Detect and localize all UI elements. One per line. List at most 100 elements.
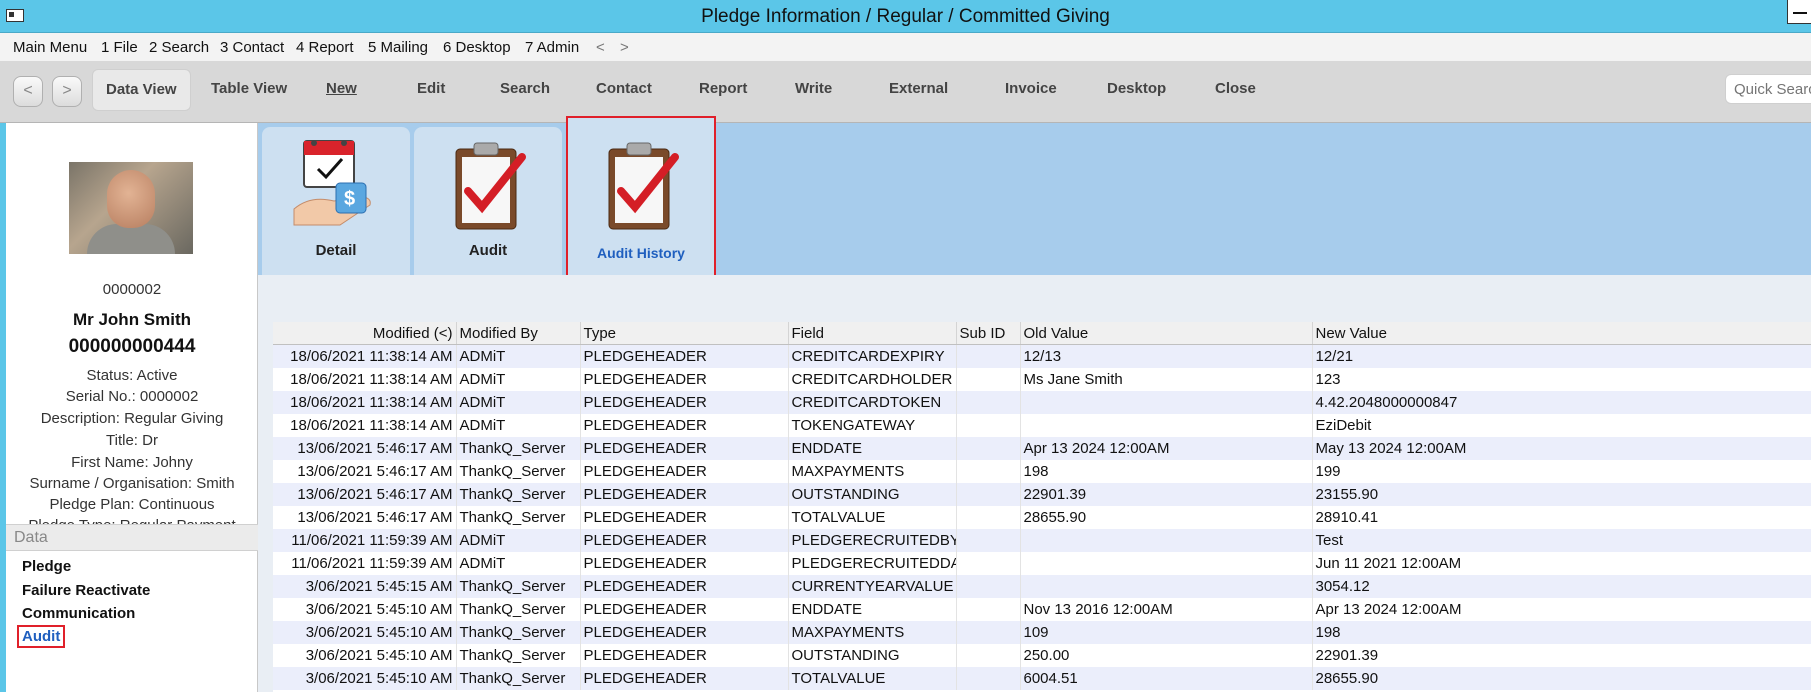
cell-field: TOTALVALUE	[788, 667, 957, 690]
external-button[interactable]: External	[889, 80, 948, 97]
cell-sub-id	[956, 529, 1021, 552]
cell-new-value: EziDebit	[1312, 414, 1811, 437]
data-item-communication[interactable]: Communication	[22, 605, 135, 622]
cell-old-value: 12/13	[1020, 344, 1313, 368]
data-item-failure-reactivate[interactable]: Failure Reactivate	[22, 582, 150, 599]
cell-type: PLEDGEHEADER	[580, 644, 789, 667]
cell-type: PLEDGEHEADER	[580, 368, 789, 391]
cell-new-value: Jun 11 2021 12:00AM	[1312, 552, 1811, 575]
cell-new-value: 28655.90	[1312, 667, 1811, 690]
cell-new-value: 4.42.2048000000847	[1312, 391, 1811, 414]
cell-sub-id	[956, 621, 1021, 644]
menu-search[interactable]: 2 Search	[149, 39, 209, 56]
col-modified-by[interactable]: Modified By	[456, 322, 581, 345]
back-button[interactable]: <	[13, 76, 43, 107]
cell-modified-by: ThankQ_Server	[456, 460, 581, 483]
data-view-button[interactable]: Data View	[92, 69, 191, 111]
col-field[interactable]: Field	[788, 322, 957, 345]
cell-sub-id	[956, 414, 1021, 437]
table-row[interactable]: 13/06/2021 5:46:17 AM ThankQ_Server PLEDGE…	[273, 437, 1811, 460]
table-row[interactable]: 13/06/2021 5:46:17 AM ThankQ_Server PLEDGE…	[273, 506, 1811, 529]
menu-file[interactable]: 1 File	[101, 39, 138, 56]
table-row[interactable]: 11/06/2021 11:59:39 AM ADMiT PLEDGEHEADER P…	[273, 552, 1811, 575]
quick-search-input[interactable]	[1725, 74, 1811, 104]
first-name: First Name: Johny	[71, 454, 193, 471]
menu-main[interactable]: Main Menu	[13, 39, 87, 56]
table-row[interactable]: 18/06/2021 11:38:14 AM ADMiT PLEDGEHEADER T…	[273, 414, 1811, 437]
cell-sub-id	[956, 391, 1021, 414]
pledge-description: Description: Regular Giving	[40, 410, 224, 427]
cell-type: PLEDGEHEADER	[580, 667, 789, 690]
table-row[interactable]: 3/06/2021 5:45:10 AM ThankQ_Server PLEDGEH…	[273, 667, 1811, 690]
menu-back-arrow[interactable]: <	[596, 39, 605, 56]
calendar-money-icon: $	[293, 140, 371, 226]
table-row[interactable]: 3/06/2021 5:45:10 AM ThankQ_Server PLEDGEH…	[273, 598, 1811, 621]
table-row[interactable]: 11/06/2021 11:59:39 AM ADMiT PLEDGEHEADER P…	[273, 529, 1811, 552]
edit-button[interactable]: Edit	[417, 80, 445, 97]
write-button[interactable]: Write	[795, 80, 832, 97]
cell-modified: 18/06/2021 11:38:14 AM	[273, 391, 457, 414]
menu-desktop[interactable]: 6 Desktop	[443, 39, 511, 56]
minimize-icon[interactable]	[1787, 0, 1811, 24]
col-modified[interactable]: Modified (<)	[273, 322, 457, 345]
table-row[interactable]: 18/06/2021 11:38:14 AM ADMiT PLEDGEHEADER C…	[273, 344, 1811, 368]
cell-type: PLEDGEHEADER	[580, 552, 789, 575]
cell-modified-by: ADMiT	[456, 414, 581, 437]
contact-button[interactable]: Contact	[596, 80, 652, 97]
tab-detail[interactable]: $ Detail	[262, 127, 410, 275]
pledge-type-clip: Pledge Type: Regular Payment	[6, 517, 258, 524]
menu-admin[interactable]: 7 Admin	[525, 39, 579, 56]
table-view-button[interactable]: Table View	[211, 80, 287, 97]
data-item-audit[interactable]: Audit	[16, 625, 66, 648]
col-new-value[interactable]: New Value	[1312, 322, 1811, 345]
cell-old-value: 250.00	[1020, 644, 1313, 667]
forward-button[interactable]: >	[52, 76, 82, 107]
tab-audit[interactable]: Audit	[414, 127, 562, 275]
invoice-button[interactable]: Invoice	[1005, 80, 1057, 97]
table-row[interactable]: 13/06/2021 5:46:17 AM ThankQ_Server PLEDGE…	[273, 483, 1811, 506]
photo-body	[87, 224, 175, 254]
cell-old-value: Apr 13 2024 12:00AM	[1020, 437, 1313, 460]
cell-type: PLEDGEHEADER	[580, 575, 789, 598]
cell-field: ENDDATE	[788, 598, 957, 621]
menu-forward-arrow[interactable]: >	[620, 39, 629, 56]
table-row[interactable]: 13/06/2021 5:46:17 AM ThankQ_Server PLEDGE…	[273, 460, 1811, 483]
search-button[interactable]: Search	[500, 80, 550, 97]
desktop-button[interactable]: Desktop	[1107, 80, 1166, 97]
table-row[interactable]: 18/06/2021 11:38:14 AM ADMiT PLEDGEHEADER C…	[273, 391, 1811, 414]
audit-table: Modified (<) Modified By Type Field Sub …	[273, 322, 1811, 690]
col-sub-id[interactable]: Sub ID	[956, 322, 1021, 345]
table-row[interactable]: 3/06/2021 5:45:10 AM ThankQ_Server PLEDGEH…	[273, 621, 1811, 644]
table-row[interactable]: 3/06/2021 5:45:15 AM ThankQ_Server PLEDGEH…	[273, 575, 1811, 598]
cell-old-value: 109	[1020, 621, 1313, 644]
cell-field: ENDDATE	[788, 437, 957, 460]
cell-modified: 3/06/2021 5:45:10 AM	[273, 667, 457, 690]
window-title: Pledge Information / Regular / Committed…	[701, 6, 1110, 27]
data-item-pledge[interactable]: Pledge	[22, 558, 71, 575]
cell-type: PLEDGEHEADER	[580, 598, 789, 621]
report-button[interactable]: Report	[699, 80, 747, 97]
tab-audit-history[interactable]: Audit History	[566, 116, 716, 278]
table-row[interactable]: 18/06/2021 11:38:14 AM ADMiT PLEDGEHEADER C…	[273, 368, 1811, 391]
cell-field: OUTSTANDING	[788, 644, 957, 667]
clipboard-check-icon	[455, 142, 526, 230]
table-body: 18/06/2021 11:38:14 AM ADMiT PLEDGEHEADER C…	[273, 344, 1811, 690]
tab-strip: $ Detail Audit Audit History	[258, 116, 1811, 278]
menu-report[interactable]: 4 Report	[296, 39, 354, 56]
col-old-value[interactable]: Old Value	[1020, 322, 1313, 345]
audit-grid-panel: Modified (<) Modified By Type Field Sub …	[258, 275, 1811, 692]
close-button[interactable]: Close	[1215, 80, 1256, 97]
clipboard-check-icon	[608, 142, 679, 230]
cell-field: CURRENTYEARVALUE	[788, 575, 957, 598]
cell-modified: 13/06/2021 5:46:17 AM	[273, 460, 457, 483]
new-button[interactable]: New	[326, 80, 357, 97]
data-section-header: Data	[6, 524, 258, 551]
menu-contact[interactable]: 3 Contact	[220, 39, 284, 56]
cell-modified-by: ThankQ_Server	[456, 667, 581, 690]
cell-sub-id	[956, 368, 1021, 391]
table-row[interactable]: 3/06/2021 5:45:10 AM ThankQ_Server PLEDGEH…	[273, 644, 1811, 667]
col-type[interactable]: Type	[580, 322, 789, 345]
svg-text:$: $	[344, 188, 355, 210]
menu-mailing[interactable]: 5 Mailing	[368, 39, 428, 56]
cell-modified: 3/06/2021 5:45:15 AM	[273, 575, 457, 598]
